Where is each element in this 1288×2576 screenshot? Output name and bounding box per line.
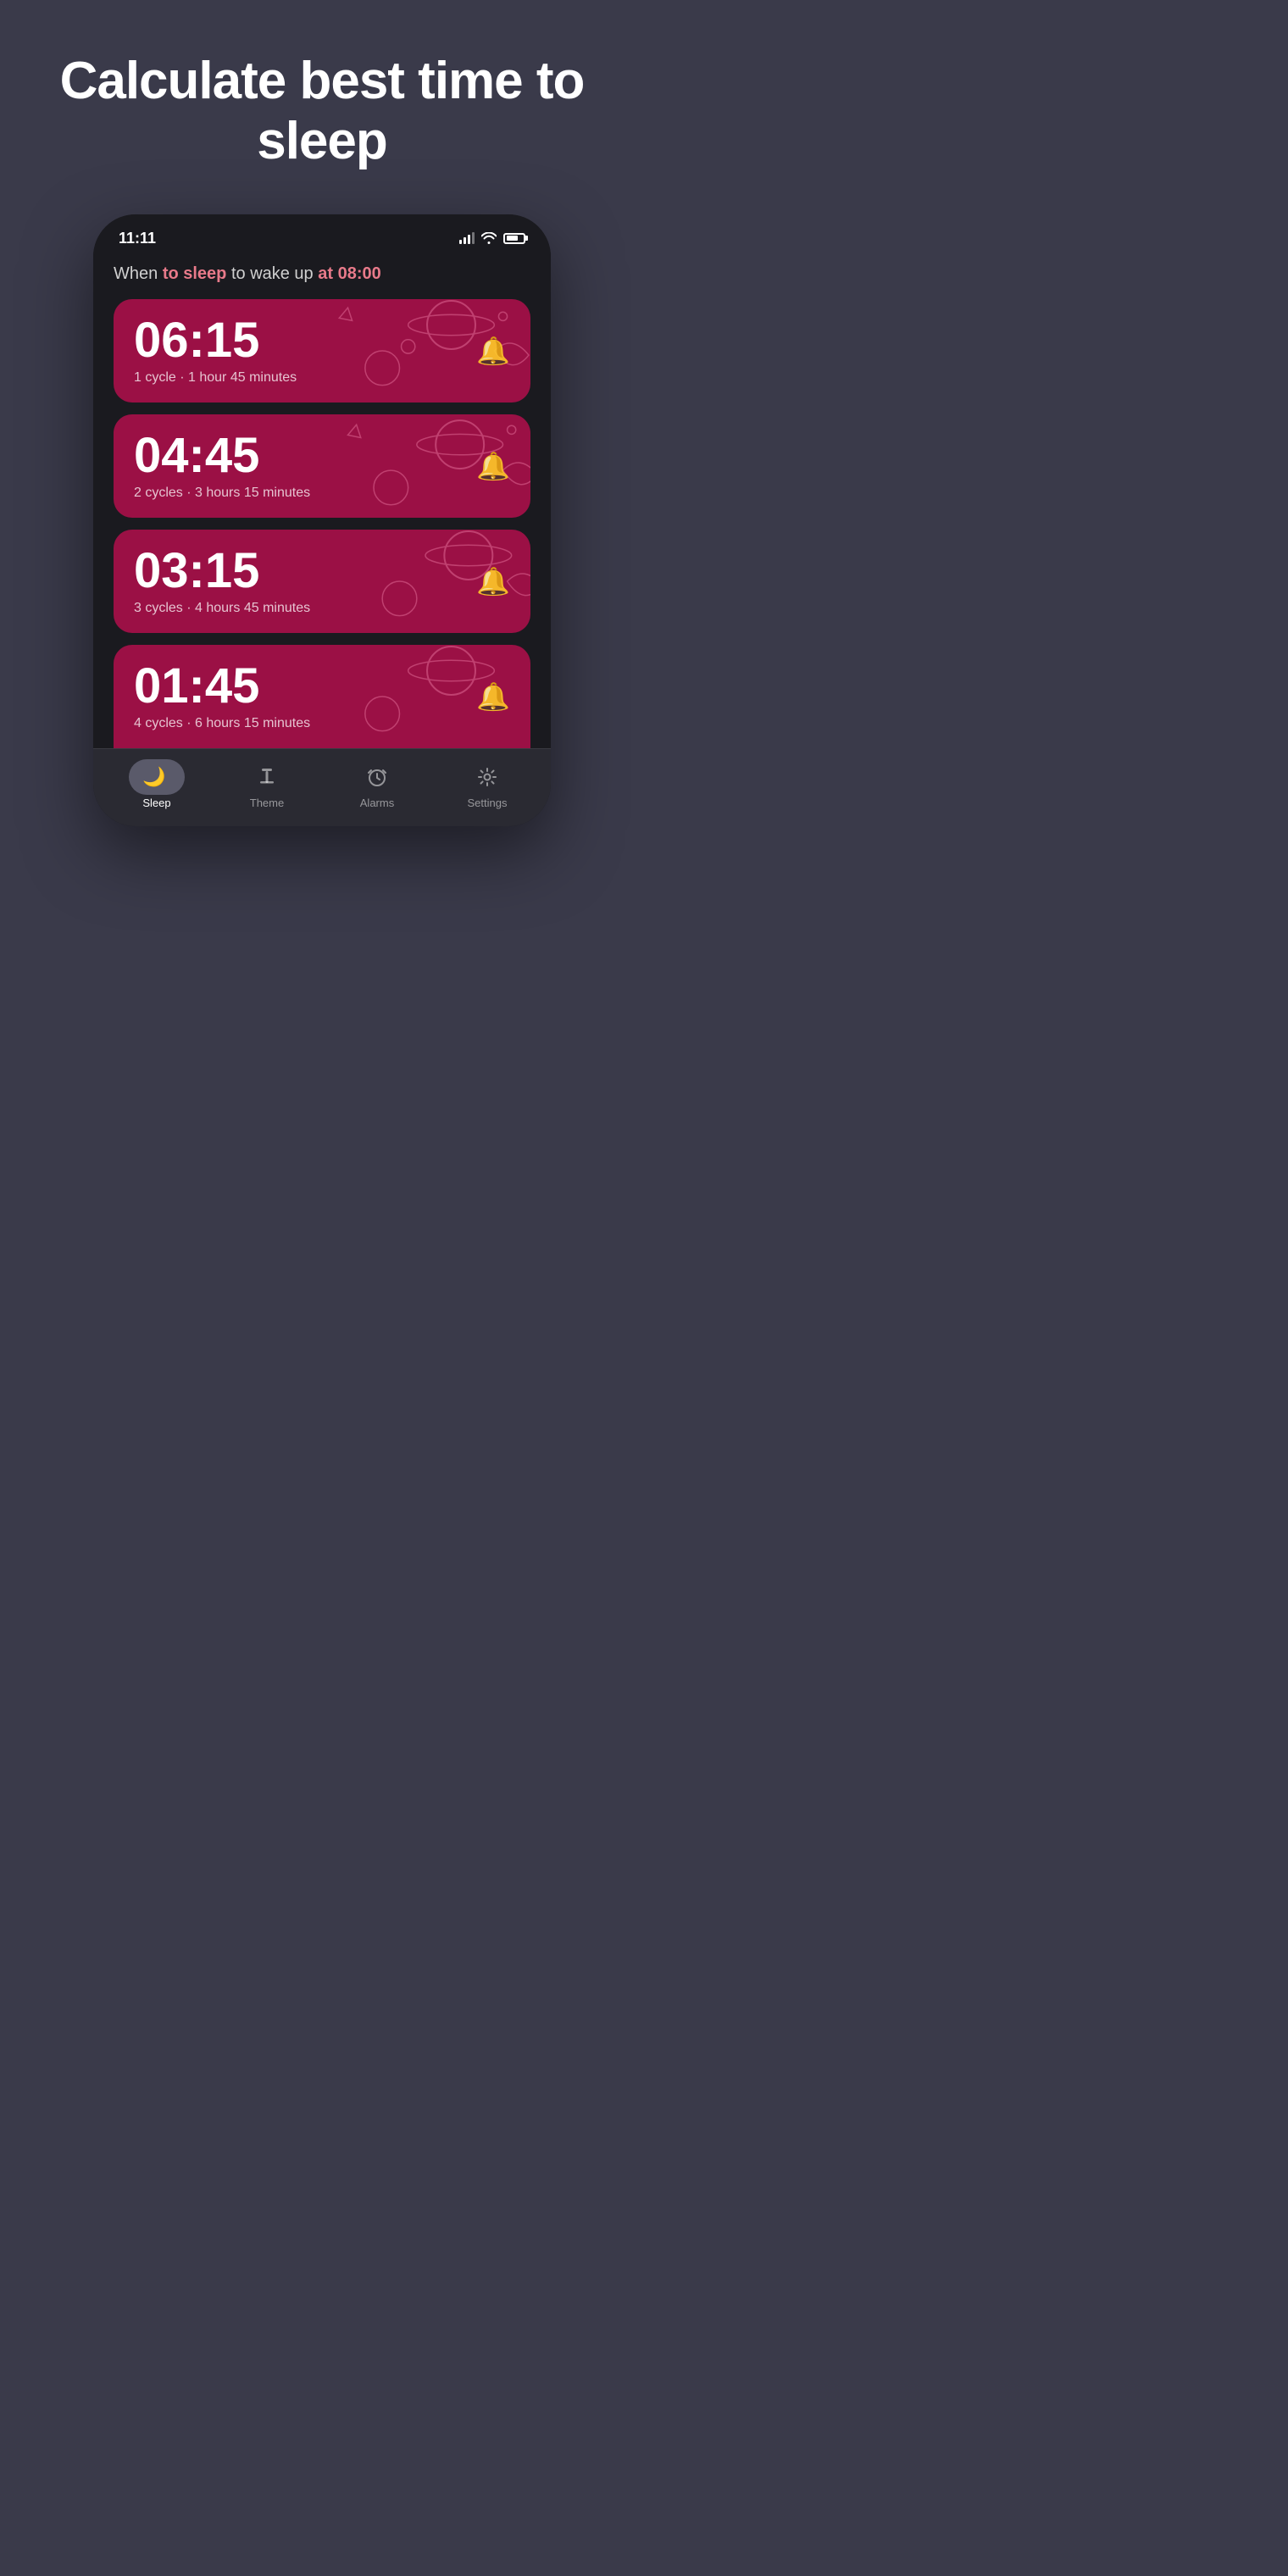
nav-item-alarms[interactable]: Alarms — [322, 763, 432, 809]
sleep-card-4[interactable]: 01:45 4 cycles · 6 hours 15 minutes 🔔 — [114, 645, 530, 748]
bell-icon-3: 🔔 — [476, 565, 510, 597]
card-1-time: 06:15 — [134, 316, 510, 365]
card-3-time: 03:15 — [134, 547, 510, 596]
bell-icon-2: 🔔 — [476, 450, 510, 482]
card-2-time: 04:45 — [134, 431, 510, 480]
wake-highlight-time: at 08:00 — [318, 264, 381, 283]
sleep-cards: 06:15 1 cycle · 1 hour 45 minutes 🔔 04:4… — [114, 299, 530, 748]
card-4-time: 01:45 — [134, 662, 510, 711]
sleep-card-2[interactable]: 04:45 2 cycles · 3 hours 15 minutes 🔔 — [114, 414, 530, 518]
nav-label-settings: Settings — [468, 797, 508, 809]
wifi-icon — [481, 232, 497, 244]
card-2-info: 2 cycles · 3 hours 15 minutes — [134, 486, 510, 501]
nav-label-alarms: Alarms — [360, 797, 394, 809]
bell-icon-1: 🔔 — [476, 335, 510, 367]
signal-icon — [459, 232, 475, 244]
hero-title: Calculate best time to sleep — [17, 51, 627, 172]
phone-content: When to sleep to wake up at 08:00 06:15 — [93, 256, 551, 748]
bell-icon-4: 🔔 — [476, 680, 510, 713]
bottom-nav: 🌙 Sleep Theme — [93, 748, 551, 826]
wake-highlight-sleep: to sleep — [163, 264, 227, 283]
card-3-info: 3 cycles · 4 hours 45 minutes — [134, 601, 510, 616]
status-time: 11:11 — [119, 230, 156, 247]
nav-item-settings[interactable]: Settings — [432, 763, 542, 809]
nav-item-sleep[interactable]: 🌙 Sleep — [102, 763, 212, 809]
nav-icon-alarms — [365, 763, 389, 791]
sleep-card-1[interactable]: 06:15 1 cycle · 1 hour 45 minutes 🔔 — [114, 299, 530, 402]
card-4-info: 4 cycles · 6 hours 15 minutes — [134, 716, 510, 731]
moon-icon: 🌙 — [142, 766, 165, 788]
nav-item-theme[interactable]: Theme — [212, 763, 322, 809]
card-1-info: 1 cycle · 1 hour 45 minutes — [134, 370, 510, 386]
sleep-card-3[interactable]: 03:15 3 cycles · 4 hours 45 minutes 🔔 — [114, 530, 530, 633]
nav-icon-sleep: 🌙 — [129, 763, 184, 791]
battery-icon — [503, 233, 525, 244]
status-icons — [459, 232, 525, 244]
nav-label-sleep: Sleep — [142, 797, 170, 809]
nav-icon-theme — [255, 763, 279, 791]
status-bar: 11:11 — [93, 214, 551, 256]
nav-icon-settings — [475, 763, 499, 791]
nav-label-theme: Theme — [250, 797, 284, 809]
phone-frame: 11:11 When to sleep to wake up at 08:00 — [93, 214, 551, 826]
wake-text: When to sleep to wake up at 08:00 — [114, 264, 530, 284]
